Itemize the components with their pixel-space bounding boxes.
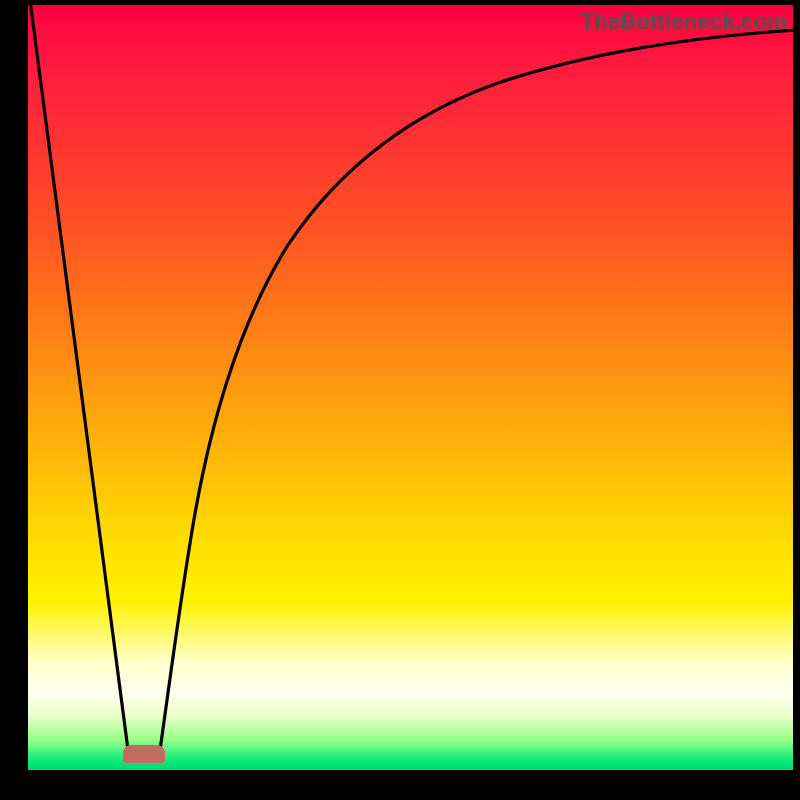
chart-frame: TheBottleneck.com [0,0,800,800]
watermark-text: TheBottleneck.com [581,9,787,35]
curve-left-branch [30,5,128,750]
curve-layer [28,5,793,770]
curve-right-branch [160,30,793,750]
minimum-marker [123,745,165,763]
plot-area: TheBottleneck.com [28,5,793,770]
